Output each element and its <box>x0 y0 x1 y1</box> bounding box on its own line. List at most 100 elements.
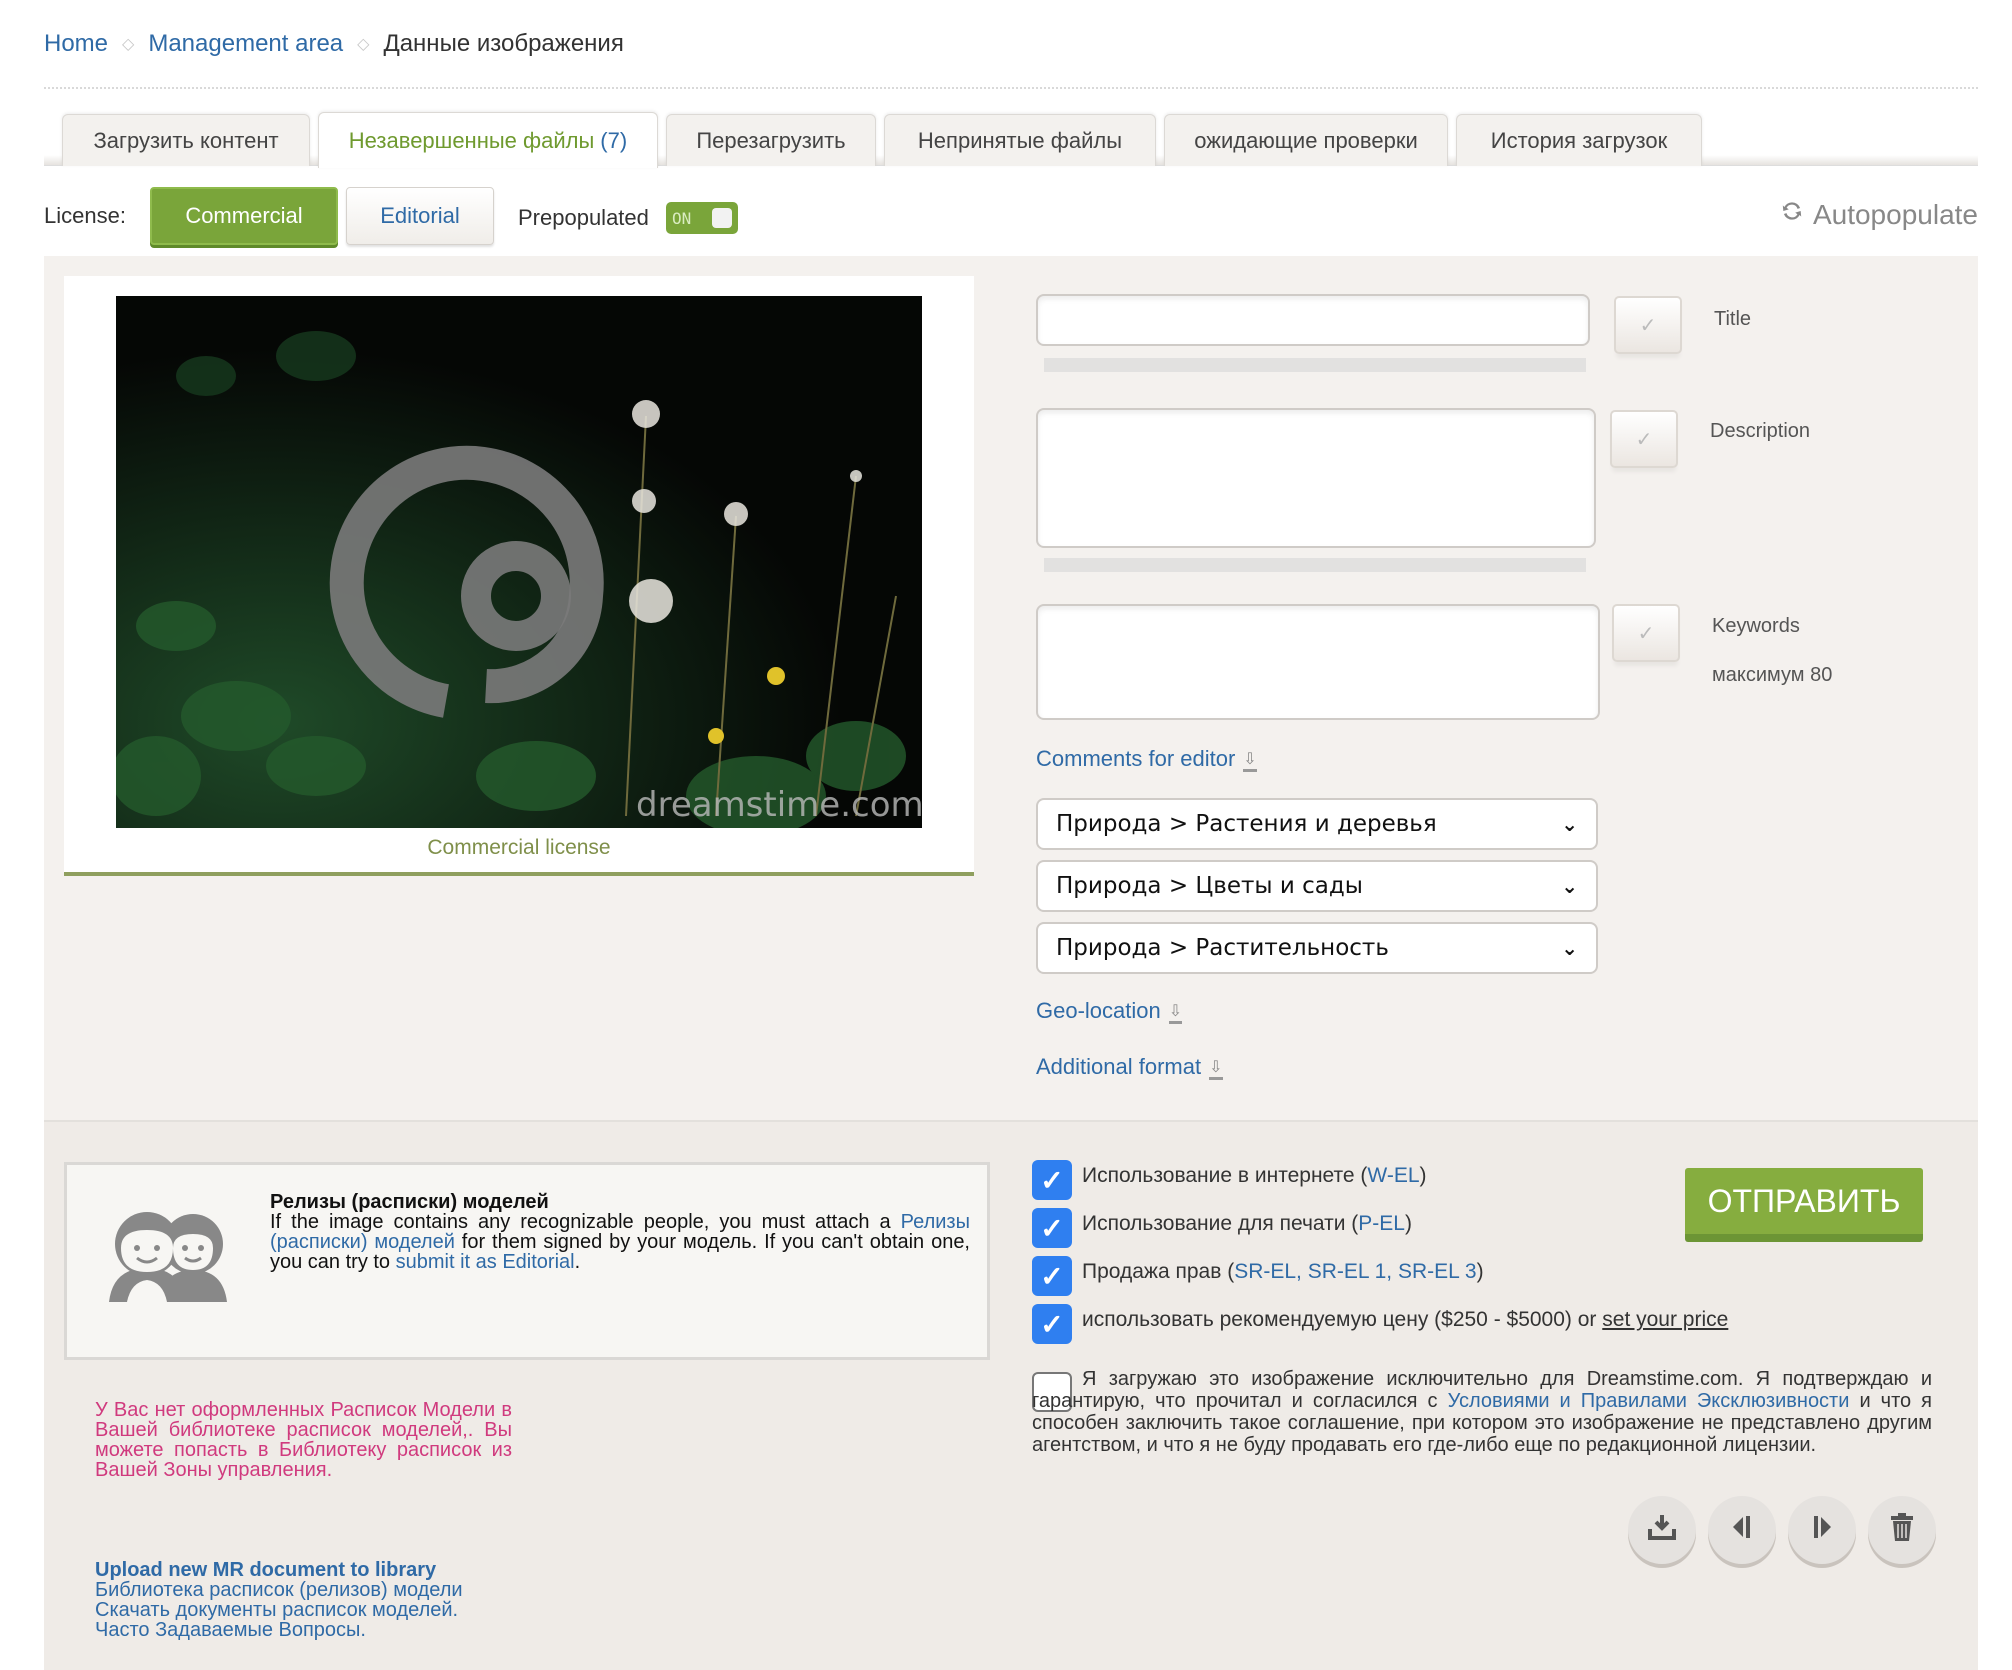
exclusivity-terms-link[interactable]: Условиями и Правилами Эксклюзивности <box>1448 1390 1850 1412</box>
comments-for-editor-link[interactable]: Comments for editor ⇩ <box>1036 746 1257 772</box>
expand-arrow-icon: ⇩ <box>1243 752 1257 772</box>
tab-unfinished-files[interactable]: Незавершенные файлы (7) <box>318 112 658 168</box>
comments-label: Comments for editor <box>1036 746 1236 771</box>
title-apply-button[interactable]: ✓ <box>1614 296 1682 354</box>
upload-icon <box>1647 1513 1677 1548</box>
keywords-label: Keywords <box>1712 615 1800 637</box>
model-release-text: Релизы (расписки) моделей If the image c… <box>270 1192 970 1272</box>
tab-label: Загрузить контент <box>93 127 279 153</box>
check-icon: ✓ <box>1635 428 1653 451</box>
description-apply-button[interactable]: ✓ <box>1610 410 1678 468</box>
check-icon: ✓ <box>1637 622 1655 645</box>
delete-button[interactable] <box>1868 1496 1936 1564</box>
description-length-bar <box>1044 558 1586 572</box>
tab-reupload[interactable]: Перезагрузить <box>666 114 876 166</box>
web-use-checkbox[interactable]: ✓ <box>1032 1160 1072 1200</box>
tab-pending-review[interactable]: ожидающие проверки <box>1164 114 1448 166</box>
keywords-max-hint: максимум 80 <box>1712 664 1833 686</box>
web-use-label: Использование в интернете (W-EL) <box>1082 1164 1427 1187</box>
sell-rights-label: Продажа прав (SR-EL, SR-EL 1, SR-EL 3) <box>1082 1260 1484 1283</box>
chevron-down-icon: ⌄ <box>1561 936 1578 960</box>
recommended-price-checkbox[interactable]: ✓ <box>1032 1304 1072 1344</box>
expand-arrow-icon: ⇩ <box>1168 1004 1183 1024</box>
title-input[interactable] <box>1036 294 1590 346</box>
breadcrumb: Home ◇ Management area ◇ Данные изображе… <box>44 30 624 58</box>
title-length-bar <box>1044 358 1586 372</box>
next-icon <box>1811 1514 1833 1547</box>
tab-label: История загрузок <box>1490 127 1668 153</box>
tab-bar: Загрузить контент Незавершенные файлы (7)… <box>44 112 1978 168</box>
additional-format-link[interactable]: Additional format ⇩ <box>1036 1054 1223 1080</box>
tab-rejected-files[interactable]: Непринятые файлы <box>884 114 1156 166</box>
breadcrumb-management-area[interactable]: Management area <box>148 30 343 58</box>
description-textarea[interactable] <box>1036 408 1596 548</box>
exclusive-agreement-text: Я загружаю это изображение исключительно… <box>1032 1368 1932 1456</box>
image-license-caption: Commercial license <box>427 836 611 859</box>
description-label: Description <box>1710 420 1811 442</box>
print-use-label: Использование для печати (P-EL) <box>1082 1212 1412 1235</box>
upload-mr-document-link[interactable]: Upload new MR document to library <box>95 1560 595 1580</box>
model-release-body: If the image contains any recognizable p… <box>270 1211 891 1233</box>
category-value: Природа > Цветы и сады <box>1056 873 1363 899</box>
additional-format-label: Additional format <box>1036 1054 1202 1079</box>
tab-label: Непринятые файлы <box>917 127 1123 153</box>
next-button[interactable] <box>1788 1496 1856 1564</box>
checkmark-icon: ✓ <box>1040 1260 1064 1292</box>
no-model-releases-warning: У Вас нет оформленных Расписок Модели в … <box>95 1399 512 1481</box>
punctuation: . <box>574 1251 581 1273</box>
set-your-price-link[interactable]: set your price <box>1602 1308 1728 1331</box>
chevron-down-icon: ⌄ <box>1561 874 1578 898</box>
previous-button[interactable] <box>1708 1496 1776 1564</box>
prepopulated-toggle[interactable]: ON <box>666 202 738 234</box>
checkmark-icon: ✓ <box>1040 1308 1064 1340</box>
breadcrumb-home[interactable]: Home <box>44 30 108 58</box>
checkmark-icon: ✓ <box>1040 1212 1064 1244</box>
autopopulate-button[interactable]: Autopopulate <box>1779 198 1978 231</box>
sell-rights-checkbox[interactable]: ✓ <box>1032 1256 1072 1296</box>
category-select-3[interactable]: Природа > Растительность ⌄ <box>1036 922 1598 974</box>
checkmark-icon: ✓ <box>1040 1164 1064 1196</box>
editorial-license-button[interactable]: Editorial <box>346 187 494 245</box>
commercial-license-button[interactable]: Commercial <box>150 187 338 245</box>
download-mr-documents-link[interactable]: Скачать документы расписок моделей. <box>95 1600 595 1620</box>
keywords-textarea[interactable] <box>1036 604 1600 720</box>
toggle-state: ON <box>672 208 692 228</box>
model-release-title: Релизы (расписки) моделей <box>270 1191 549 1213</box>
geo-location-label: Geo-location <box>1036 998 1161 1023</box>
tab-upload-content[interactable]: Загрузить контент <box>62 114 310 166</box>
watermark-text: dreamstime.com <box>636 785 922 825</box>
category-value: Природа > Растения и деревья <box>1056 811 1437 837</box>
submit-button[interactable]: ОТПРАВИТЬ <box>1685 1168 1923 1242</box>
image-preview: dreamstime.com <box>116 296 922 828</box>
toggle-knob <box>712 208 732 228</box>
geo-location-link[interactable]: Geo-location ⇩ <box>1036 998 1183 1024</box>
print-use-checkbox[interactable]: ✓ <box>1032 1208 1072 1248</box>
upload-button[interactable] <box>1628 1496 1696 1564</box>
sr-el-links[interactable]: SR-EL, SR-EL 1, SR-EL 3 <box>1234 1260 1476 1283</box>
category-select-2[interactable]: Природа > Цветы и сады ⌄ <box>1036 860 1598 912</box>
tab-count-badge: (7) <box>600 127 628 153</box>
p-el-link[interactable]: P-EL <box>1358 1212 1405 1235</box>
category-select-1[interactable]: Природа > Растения и деревья ⌄ <box>1036 798 1598 850</box>
refresh-icon <box>1779 198 1805 231</box>
expand-arrow-icon: ⇩ <box>1209 1060 1223 1080</box>
breadcrumb-separator-icon: ◇ <box>122 36 135 53</box>
breadcrumb-separator-icon: ◇ <box>357 36 370 53</box>
tab-upload-history[interactable]: История загрузок <box>1456 114 1702 166</box>
title-label: Title <box>1714 308 1752 330</box>
category-value: Природа > Растительность <box>1056 935 1389 961</box>
tab-label: ожидающие проверки <box>1194 127 1418 153</box>
breadcrumb-current: Данные изображения <box>383 30 624 57</box>
previous-icon <box>1731 1514 1753 1547</box>
trash-icon <box>1889 1512 1915 1549</box>
submit-as-editorial-link[interactable]: submit it as Editorial <box>396 1251 575 1273</box>
prepopulated-label: Prepopulated <box>518 205 649 230</box>
mr-library-link[interactable]: Библиотека расписок (релизов) модели <box>95 1580 595 1600</box>
divider <box>44 87 1978 89</box>
tab-label: Перезагрузить <box>696 127 846 153</box>
keywords-apply-button[interactable]: ✓ <box>1612 604 1680 662</box>
faq-link[interactable]: Часто Задаваемые Вопросы. <box>95 1620 595 1640</box>
w-el-link[interactable]: W-EL <box>1367 1164 1419 1187</box>
autopopulate-label: Autopopulate <box>1812 198 1978 230</box>
chevron-down-icon: ⌄ <box>1561 812 1578 836</box>
